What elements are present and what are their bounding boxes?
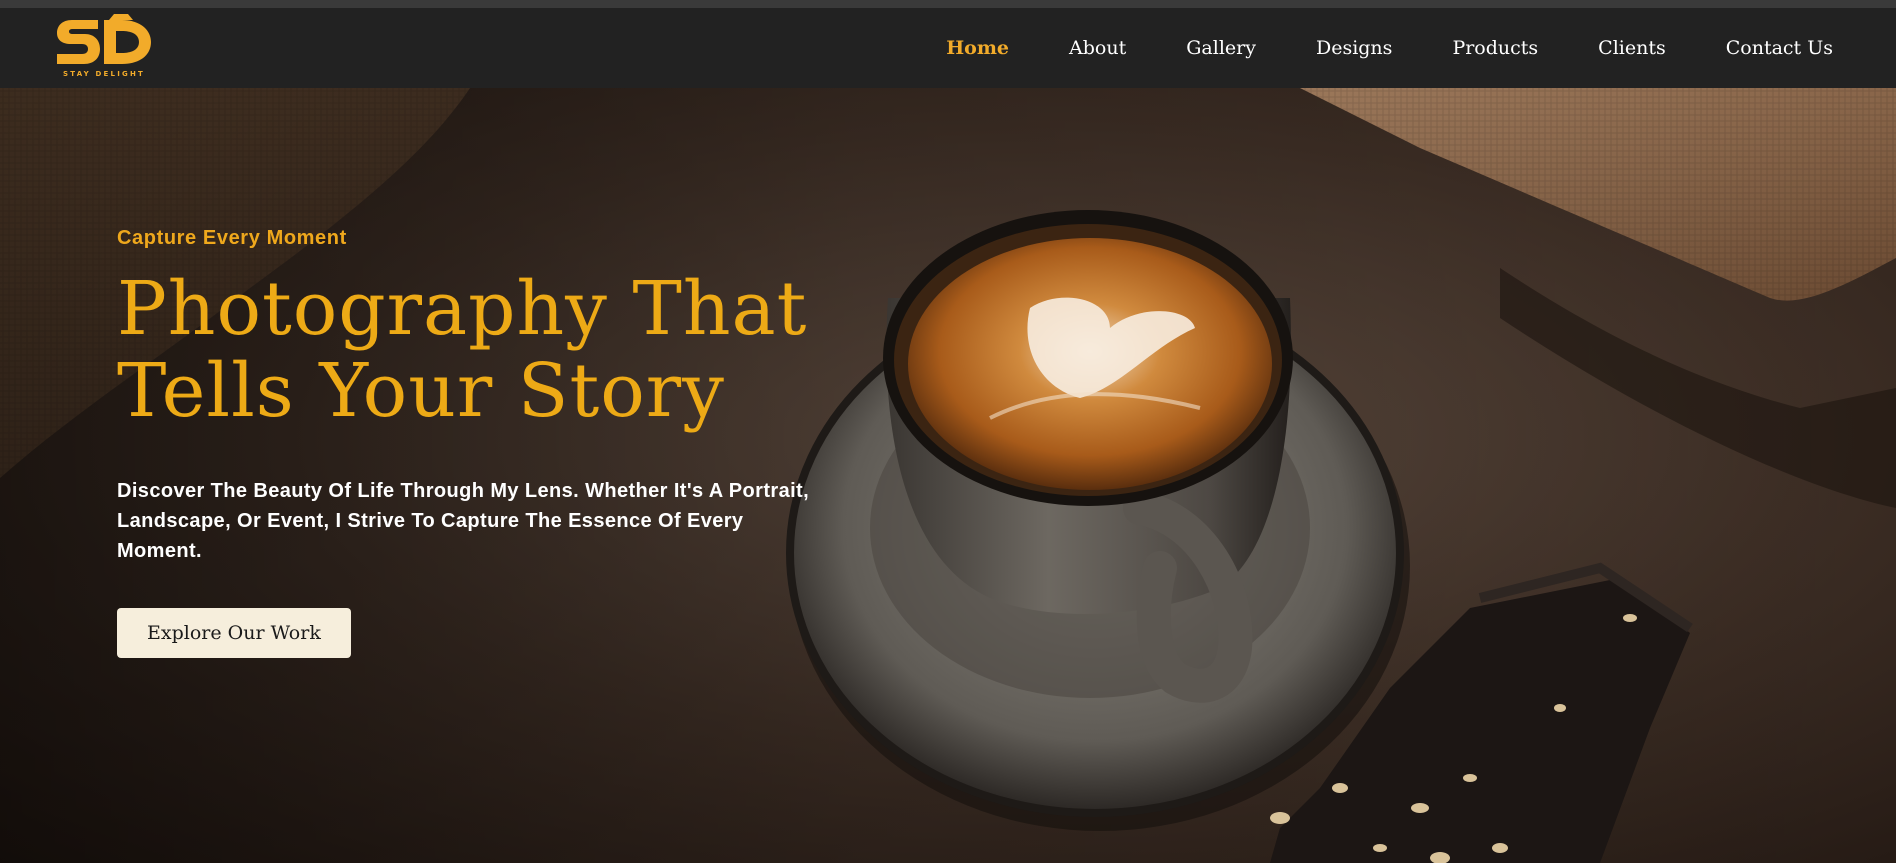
hero-eyebrow: Capture Every Moment [117,227,347,249]
nav-contact-us[interactable]: Contact Us [1726,37,1833,59]
hero-headline-line2: Tells Your Story [117,348,725,434]
top-strip [0,0,1896,8]
main-nav: Home About Gallery Designs Products Clie… [886,8,1833,88]
logo-tagline: STAY DELIGHT [63,70,145,78]
hero-content: Capture Every Moment Photography That Te… [117,227,837,658]
logo-mark-icon [57,14,151,64]
nav-home[interactable]: Home [946,37,1009,59]
hero-section: Capture Every Moment Photography That Te… [0,88,1896,863]
nav-about[interactable]: About [1069,37,1126,59]
nav-designs[interactable]: Designs [1316,37,1392,59]
brand-logo[interactable]: STAY DELIGHT [54,12,154,84]
navbar: STAY DELIGHT Home About Gallery Designs … [0,8,1896,88]
hero-headline-line1: Photography That [117,266,808,352]
hero-description: Discover The Beauty Of Life Through My L… [117,480,810,562]
nav-clients[interactable]: Clients [1598,37,1666,59]
nav-products[interactable]: Products [1452,37,1538,59]
explore-our-work-button[interactable]: Explore Our Work [117,608,351,658]
nav-gallery[interactable]: Gallery [1186,37,1256,59]
hero-headline: Photography That Tells Your Story [117,268,837,432]
